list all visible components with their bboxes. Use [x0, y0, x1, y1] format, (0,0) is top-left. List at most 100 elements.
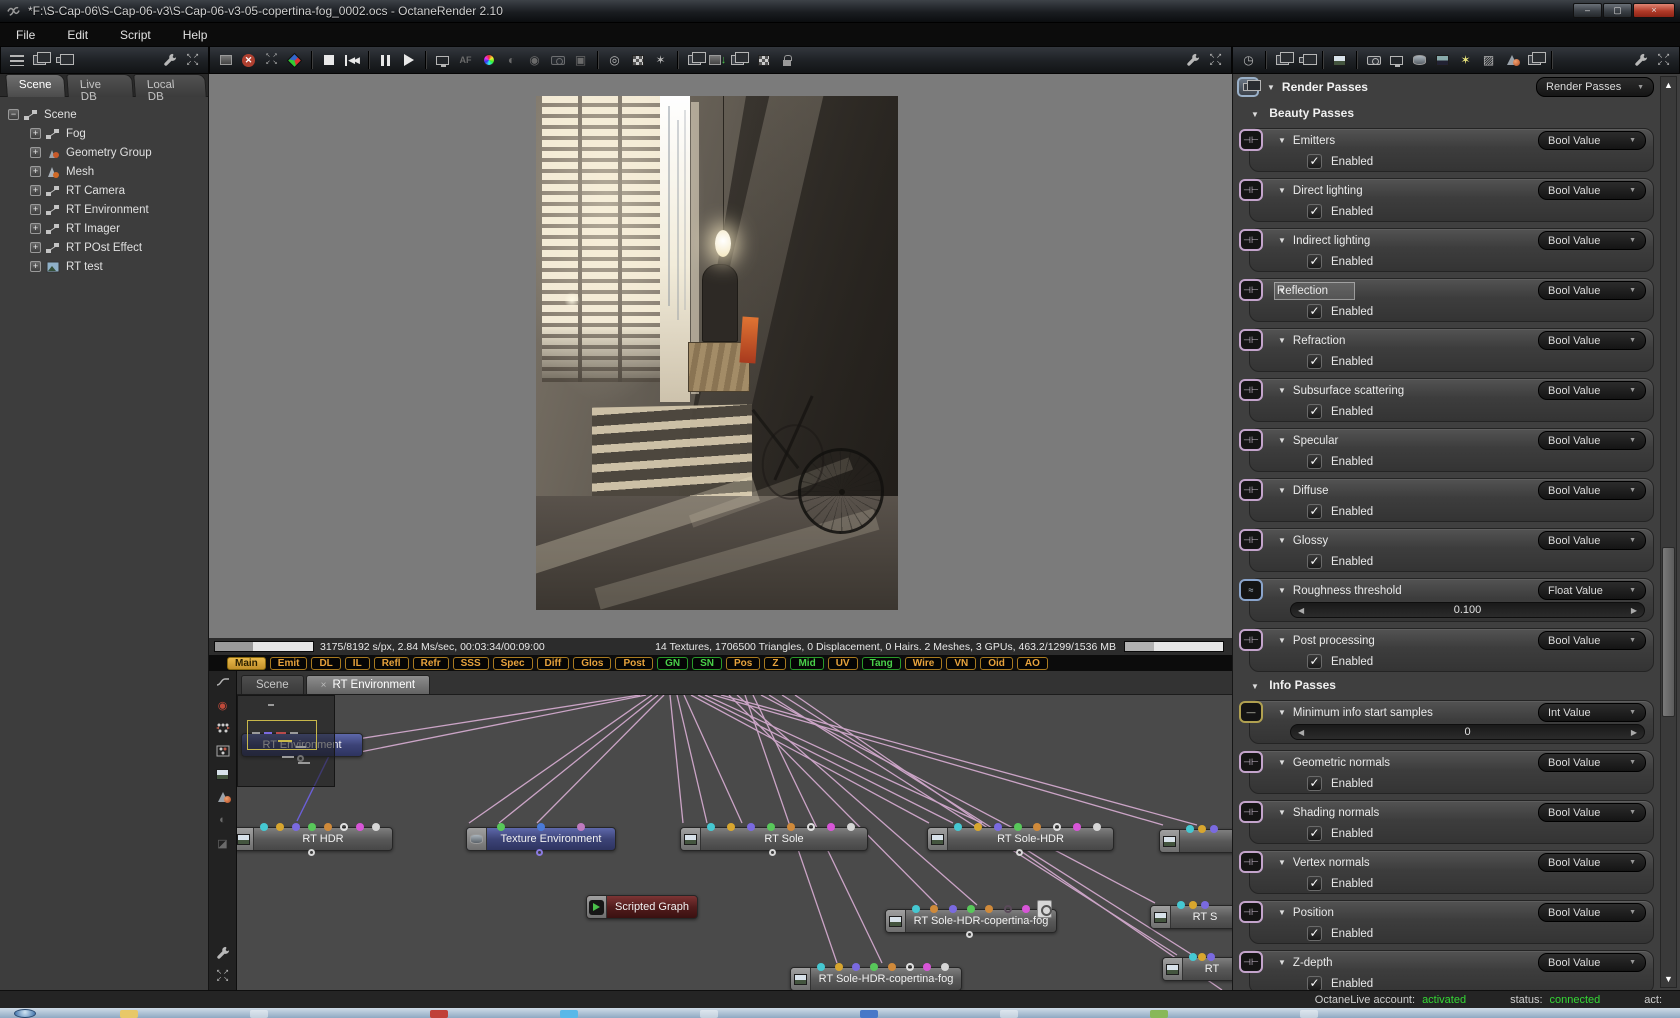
- pass-button-pos[interactable]: Pos: [726, 656, 761, 670]
- graph-tab-scene[interactable]: Scene: [241, 675, 304, 694]
- viewport-fullscreen-icon[interactable]: ↖ ↗ ↙ ↘: [1205, 50, 1226, 70]
- enabled-checkbox[interactable]: ✓: [1307, 554, 1322, 569]
- close-button[interactable]: ×: [1633, 3, 1675, 18]
- value-type-dropdown[interactable]: Bool Value ▼: [1538, 803, 1646, 822]
- enabled-checkbox[interactable]: ✓: [1307, 354, 1322, 369]
- enabled-checkbox[interactable]: ✓: [1307, 654, 1322, 669]
- windows-taskbar[interactable]: [0, 1008, 1680, 1018]
- pass-button-gn[interactable]: GN: [657, 656, 689, 670]
- value-type-dropdown[interactable]: Bool Value ▼: [1538, 853, 1646, 872]
- camera-node-icon[interactable]: [1363, 50, 1384, 70]
- lock-resolution-icon[interactable]: [432, 50, 453, 70]
- value-type-dropdown[interactable]: Bool Value ▼: [1538, 753, 1646, 772]
- new-window-icon[interactable]: [29, 50, 51, 70]
- node-rt-clipped[interactable]: RT: [1162, 953, 1232, 981]
- value-type-dropdown[interactable]: Bool Value ▼: [1538, 381, 1646, 400]
- export-image-icon[interactable]: ↓: [707, 50, 728, 70]
- compare-image-icon[interactable]: [215, 50, 236, 70]
- panel-settings-wrench-icon[interactable]: [159, 50, 180, 70]
- pin-node-icon[interactable]: ⊣⊢: [1239, 529, 1263, 551]
- save-render-icon[interactable]: [753, 50, 774, 70]
- value-type-dropdown[interactable]: Bool Value ▼: [1538, 431, 1646, 450]
- enabled-checkbox[interactable]: ✓: [1307, 254, 1322, 269]
- node-rt-sole-hdr-copertina-fog-2[interactable]: RT Sole-HDR-copertina-fog: [790, 963, 962, 990]
- kernel-node-icon[interactable]: ▨: [1478, 50, 1499, 70]
- viewport-wrench-icon[interactable]: [1182, 50, 1203, 70]
- tab-live-db[interactable]: Live DB: [65, 74, 133, 103]
- node-output-pin[interactable]: [769, 849, 776, 856]
- value-type-dropdown[interactable]: Bool Value ▼: [1538, 331, 1646, 350]
- pass-button-tang[interactable]: Tang: [861, 656, 901, 670]
- imager-settings-icon[interactable]: ✶: [650, 50, 671, 70]
- value-type-dropdown[interactable]: Bool Value ▼: [1538, 631, 1646, 650]
- spread-nodes-icon[interactable]: [214, 720, 232, 736]
- start-orb[interactable]: [14, 1009, 36, 1018]
- pass-button-sss[interactable]: SSS: [452, 656, 489, 670]
- int-node-icon[interactable]: ―: [1239, 701, 1263, 723]
- graph-minimap[interactable]: [237, 695, 335, 787]
- node-graph-canvas[interactable]: RT Environment RT HDR: [237, 695, 1232, 990]
- highlighted-pin[interactable]: [1037, 900, 1052, 918]
- value-type-dropdown[interactable]: Bool Value ▼: [1538, 953, 1646, 972]
- collapse-windows-icon[interactable]: [1295, 50, 1317, 70]
- pin-node-icon[interactable]: ⊣⊢: [1239, 279, 1263, 301]
- pin-node-icon[interactable]: ⊣⊢: [1239, 801, 1263, 823]
- pin-node-icon[interactable]: ⊣⊢: [1239, 479, 1263, 501]
- collapse-arrow[interactable]: ▼: [1267, 83, 1275, 92]
- refresh-timer-icon[interactable]: ◷: [1238, 50, 1259, 70]
- inspector-scrollbar[interactable]: ▲ ▼: [1660, 76, 1677, 988]
- panel-fullscreen-icon[interactable]: ↖ ↗ ↙ ↘: [182, 50, 203, 70]
- pass-button-mid[interactable]: Mid: [790, 656, 824, 670]
- gather-nodes-icon[interactable]: [214, 743, 232, 759]
- tree-view-mode-icon[interactable]: [6, 50, 27, 70]
- node-rt-s-clipped[interactable]: RT S: [1150, 901, 1232, 929]
- value-type-dropdown[interactable]: Bool Value ▼: [1538, 281, 1646, 300]
- pin-node-icon[interactable]: ⊣⊢: [1239, 129, 1263, 151]
- show-textures-icon[interactable]: ◪: [214, 835, 232, 851]
- pass-button-glos[interactable]: Glos: [573, 656, 612, 670]
- restart-render-icon[interactable]: ◀◀: [341, 50, 362, 70]
- enabled-checkbox[interactable]: ✓: [1307, 776, 1322, 791]
- float-node-icon[interactable]: ≈: [1239, 579, 1263, 601]
- node-rt-hdr[interactable]: RT HDR: [237, 823, 393, 856]
- pass-button-refr[interactable]: Refr: [412, 656, 449, 670]
- enabled-checkbox[interactable]: ✓: [1307, 404, 1322, 419]
- inspector-wrench-icon[interactable]: [1630, 50, 1651, 70]
- pass-button-ao[interactable]: AO: [1016, 656, 1048, 670]
- maximize-button[interactable]: ▢: [1603, 3, 1632, 18]
- enabled-checkbox[interactable]: ✓: [1307, 504, 1322, 519]
- graph-fullscreen-icon[interactable]: ↖ ↗ ↙ ↘: [214, 968, 232, 984]
- node-scripted-graph[interactable]: Scripted Graph: [586, 895, 698, 919]
- title-bar[interactable]: *F:\S-Cap-06\S-Cap-06-v3\S-Cap-06-v3-05-…: [0, 0, 1680, 23]
- pass-button-dl[interactable]: DL: [311, 656, 341, 670]
- autofocus-icon[interactable]: AF: [455, 50, 476, 70]
- enabled-checkbox[interactable]: ✓: [1307, 976, 1322, 991]
- enabled-checkbox[interactable]: ✓: [1307, 454, 1322, 469]
- value-type-dropdown[interactable]: Bool Value ▼: [1538, 231, 1646, 250]
- pin-node-icon[interactable]: ⊣⊢: [1239, 429, 1263, 451]
- value-type-dropdown[interactable]: Float Value ▼: [1538, 581, 1646, 600]
- texture-node-icon[interactable]: [1409, 50, 1430, 70]
- pin-node-icon[interactable]: ⊣⊢: [1239, 329, 1263, 351]
- section-beauty-passes[interactable]: ▼ Beauty Passes: [1239, 106, 1654, 126]
- material-picker-icon[interactable]: ◐: [501, 50, 522, 70]
- pin-node-icon[interactable]: ⊣⊢: [1239, 629, 1263, 651]
- image-node-icon[interactable]: [1329, 50, 1350, 70]
- tree-item-fog[interactable]: + Fog: [8, 124, 208, 143]
- resume-render-icon[interactable]: [398, 50, 419, 70]
- tree-item-rt-camera[interactable]: + RT Camera: [8, 181, 208, 200]
- tree-item-rt-test[interactable]: + RT test: [8, 257, 208, 276]
- tree-item-rt-environment[interactable]: + RT Environment: [8, 200, 208, 219]
- save-all-passes-icon[interactable]: ↓: [730, 50, 751, 70]
- pass-button-main[interactable]: Main: [227, 656, 266, 670]
- value-type-dropdown[interactable]: Int Value ▼: [1538, 703, 1646, 722]
- menu-file[interactable]: File: [0, 24, 51, 46]
- pass-button-emit[interactable]: Emit: [269, 656, 308, 670]
- pass-button-sn[interactable]: SN: [692, 656, 723, 670]
- enabled-checkbox[interactable]: ✓: [1307, 204, 1322, 219]
- close-tab-icon[interactable]: ×: [321, 680, 327, 691]
- value-type-dropdown[interactable]: Bool Value ▼: [1538, 481, 1646, 500]
- enabled-checkbox[interactable]: ✓: [1307, 876, 1322, 891]
- tree-item-geometry-group[interactable]: + Geometry Group: [8, 143, 208, 162]
- enabled-checkbox[interactable]: ✓: [1307, 826, 1322, 841]
